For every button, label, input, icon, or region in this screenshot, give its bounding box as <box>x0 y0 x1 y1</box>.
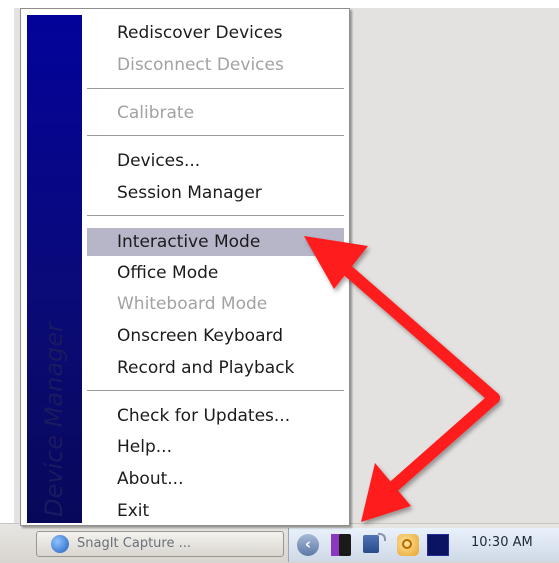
menu-item-record-and-playback[interactable]: Record and Playback <box>87 354 344 382</box>
snagit-icon <box>51 535 69 553</box>
menu-item-session-manager[interactable]: Session Manager <box>87 179 344 207</box>
menu-item-office-mode[interactable]: Office Mode <box>87 259 344 287</box>
taskbar: SnagIt Capture ... ‹ 10:30 AM <box>0 523 559 563</box>
menu-item-help[interactable]: Help... <box>87 433 344 461</box>
taskbar-button-snagit[interactable]: SnagIt Capture ... <box>36 531 284 557</box>
menu-item-check-for-updates[interactable]: Check for Updates... <box>87 402 344 430</box>
menu-separator <box>87 215 344 216</box>
menu-side-label: Device Manager <box>40 322 68 517</box>
menu-item-calibrate: Calibrate <box>117 103 195 123</box>
menu-item-interactive-mode[interactable]: Interactive Mode <box>87 228 344 256</box>
menu-item-exit[interactable]: Exit <box>87 497 344 525</box>
menu-item-disconnect-devices: Disconnect Devices <box>117 55 284 75</box>
menu-separator <box>87 135 344 136</box>
monitor-icon[interactable] <box>427 534 449 556</box>
system-tray: ‹ 10:30 AM <box>288 528 559 562</box>
menu-side-banner: Device Manager <box>27 15 82 523</box>
menu-separator <box>87 390 344 391</box>
taskbar-button-label: SnagIt Capture ... <box>77 536 191 551</box>
menu-item-rediscover-devices[interactable]: Rediscover Devices <box>87 19 344 47</box>
menu-item-about[interactable]: About... <box>87 465 344 493</box>
clock[interactable]: 10:30 AM <box>471 535 533 550</box>
network-icon[interactable] <box>363 533 386 553</box>
update-icon[interactable] <box>397 534 419 556</box>
menu-item-devices[interactable]: Devices... <box>87 147 344 175</box>
device-manager-context-menu: Device Manager Rediscover Devices Discon… <box>20 8 350 526</box>
menu-item-onscreen-keyboard[interactable]: Onscreen Keyboard <box>87 322 344 350</box>
pen-device-icon[interactable] <box>331 534 351 556</box>
show-hidden-icons-icon[interactable]: ‹ <box>297 534 319 556</box>
menu-item-whiteboard-mode: Whiteboard Mode <box>117 294 268 314</box>
menu-separator <box>87 88 344 89</box>
